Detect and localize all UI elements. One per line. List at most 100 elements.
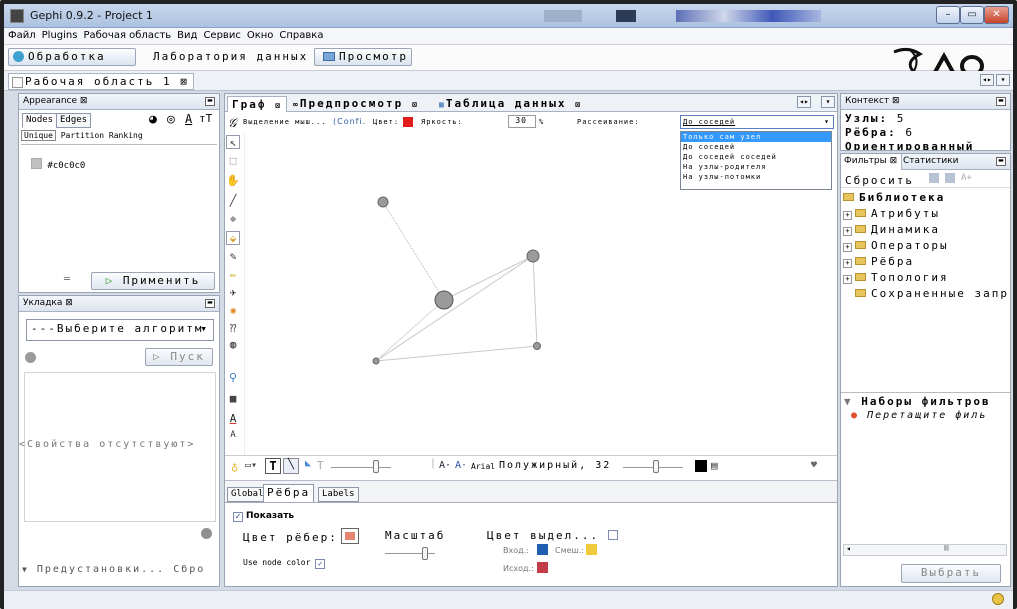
color-wheel-tool-icon[interactable]: ◍	[226, 338, 240, 352]
highlight-color-row[interactable]: Цвет выдел...	[487, 529, 621, 542]
checkbox-checked-icon[interactable]: ✓	[315, 559, 326, 569]
preview-button[interactable]: Просмотр	[314, 48, 412, 66]
checkbox-checked-icon[interactable]: ✓	[233, 512, 243, 522]
minimize-icon[interactable]: ▬	[205, 97, 215, 106]
font-decrease-icon[interactable]: A·	[439, 460, 451, 471]
edge-weight-slider[interactable]	[331, 467, 391, 468]
font-increase-icon[interactable]: A·	[455, 460, 467, 471]
out-color-swatch[interactable]	[537, 562, 548, 573]
labels-tab[interactable]: Labels	[318, 487, 359, 502]
info-icon[interactable]	[25, 352, 36, 363]
scroll-left-icon[interactable]: ◂	[846, 544, 851, 553]
checkbox-icon[interactable]	[607, 530, 618, 540]
label-color-icon[interactable]: A	[185, 112, 192, 126]
mouse-select-icon[interactable]: 𝒢	[228, 116, 238, 131]
graph-node[interactable]	[434, 290, 454, 310]
select-button[interactable]: Выбрать	[901, 564, 1001, 583]
reset-filters-button[interactable]: Сбросить	[845, 174, 914, 187]
label-color-swatch[interactable]	[695, 460, 707, 472]
tab-data-table[interactable]: ▦Таблица данных ⊠	[435, 96, 586, 112]
color-swatch[interactable]	[31, 158, 42, 169]
drag-tool-icon[interactable]: ✋	[226, 174, 240, 188]
run-layout-button[interactable]: ▷ Пуск	[145, 348, 213, 366]
graph-node[interactable]	[377, 196, 389, 208]
menu-file[interactable]: Файл	[4, 28, 38, 41]
layout-algorithm-select[interactable]: ---Выберите алгоритм ▾	[26, 319, 214, 341]
slider-thumb[interactable]	[422, 547, 428, 560]
edges-toggle-icon[interactable]: ╲	[283, 458, 299, 474]
diamond-tool-icon[interactable]: ◆	[226, 212, 240, 226]
calendar-icon[interactable]: ▤	[711, 459, 718, 472]
filter-category[interactable]: Сохраненные запр	[843, 287, 1009, 303]
library-node[interactable]: Библиотека	[843, 191, 1009, 207]
filter-category[interactable]: + Рёбра	[843, 255, 1009, 271]
close-window-button[interactable]: ✕	[984, 6, 1009, 24]
filter-export-icon[interactable]	[945, 173, 955, 183]
resize-handle-icon[interactable]: ═	[64, 274, 70, 285]
expand-icon[interactable]: +	[843, 227, 852, 236]
minimize-icon[interactable]: ▬	[996, 157, 1006, 166]
screenshot-icon[interactable]: ▭▾	[245, 460, 257, 471]
workspace-nav-arrows[interactable]: ◂▸	[980, 74, 994, 86]
scatter-option[interactable]: До соседей	[681, 142, 831, 152]
node-edit-tool-icon[interactable]: ⬙	[226, 231, 240, 245]
maximize-button[interactable]: ▭	[960, 6, 984, 24]
menu-workspace[interactable]: Рабочая область	[79, 28, 173, 41]
tab-nav-arrows[interactable]: ◂▸	[797, 96, 811, 108]
nodes-tab[interactable]: Nodes	[22, 113, 58, 128]
horizontal-scrollbar[interactable]: ◂ ▥	[843, 543, 1007, 556]
tab-graph[interactable]: Граф ⊠	[227, 96, 287, 112]
config-link[interactable]: (Confi.	[333, 117, 366, 126]
filter-toggle-icon[interactable]	[929, 173, 939, 183]
filter-category[interactable]: + Атрибуты	[843, 207, 1009, 223]
close-tab-icon[interactable]: ⊠	[275, 101, 282, 110]
brush-tool-icon[interactable]: ╱	[226, 194, 240, 208]
use-node-color-row[interactable]: Use node color ✓	[243, 558, 328, 569]
menu-tools[interactable]: Сервис	[199, 28, 242, 41]
slider-thumb[interactable]	[653, 460, 659, 473]
size-icon[interactable]: ◎	[167, 112, 175, 127]
palette-icon[interactable]: ◕	[149, 112, 157, 127]
workspace-tab[interactable]: Рабочая область 1 ⊠	[8, 73, 194, 90]
edge-color-button[interactable]	[341, 528, 359, 544]
minimize-button[interactable]: –	[936, 6, 960, 24]
mixed-color-swatch[interactable]	[586, 544, 597, 555]
lightbulb-icon[interactable]: ♁	[231, 460, 238, 474]
scatter-select[interactable]: До соседей ▾	[680, 115, 834, 129]
expand-icon[interactable]: +	[843, 259, 852, 268]
filters-tab[interactable]: Фильтры ⊠	[841, 154, 903, 170]
tab-preview[interactable]: ∞Предпросмотр ⊠	[289, 96, 423, 112]
filter-auto-icon[interactable]: A+	[961, 173, 972, 183]
in-color-swatch[interactable]	[537, 544, 548, 555]
font-name-label[interactable]: Arial	[471, 462, 495, 471]
brightness-spinner[interactable]: 30	[508, 115, 536, 128]
label-color-tool-icon[interactable]: A	[226, 412, 240, 426]
graph-node[interactable]	[372, 357, 380, 365]
apply-button[interactable]: ▷ Применить	[91, 272, 215, 290]
color-row[interactable]: #c0c0c0	[31, 158, 85, 171]
show-labels-icon[interactable]: T	[265, 458, 281, 474]
selection-color-swatch[interactable]	[403, 117, 413, 127]
pencil-tool-icon[interactable]: ✎	[226, 250, 240, 264]
scatter-option[interactable]: На узлы-родителя	[681, 162, 831, 172]
filter-category[interactable]: + Топология	[843, 271, 1009, 287]
reset-link[interactable]: Сбро	[173, 564, 205, 575]
shortest-path-tool-icon[interactable]: ✈	[226, 286, 240, 300]
menu-plugins[interactable]: Plugins	[38, 28, 80, 41]
rect-select-tool-icon[interactable]: ⬚	[226, 154, 240, 168]
notification-icon[interactable]	[992, 593, 1004, 605]
slider-thumb[interactable]	[373, 460, 379, 473]
edge-color-icon[interactable]: ◣	[301, 458, 315, 474]
filter-category[interactable]: + Динамика	[843, 223, 1009, 239]
tab-list-button[interactable]: ▾	[821, 96, 835, 108]
scatter-option[interactable]: На узлы-потомки	[681, 172, 831, 182]
scatter-option[interactable]: До соседей соседей	[681, 152, 831, 162]
background-color-icon[interactable]: ■	[226, 392, 240, 406]
graph-node[interactable]	[526, 249, 540, 263]
show-checkbox[interactable]: ✓ Показать	[233, 511, 294, 522]
edge-pencil-tool-icon[interactable]: ✏	[226, 268, 240, 282]
heat-map-tool-icon[interactable]: ✺	[226, 304, 240, 318]
filter-category[interactable]: + Операторы	[843, 239, 1009, 255]
node-size-tool-icon[interactable]: ⁇	[226, 322, 240, 336]
menu-window[interactable]: Окно	[243, 28, 276, 41]
